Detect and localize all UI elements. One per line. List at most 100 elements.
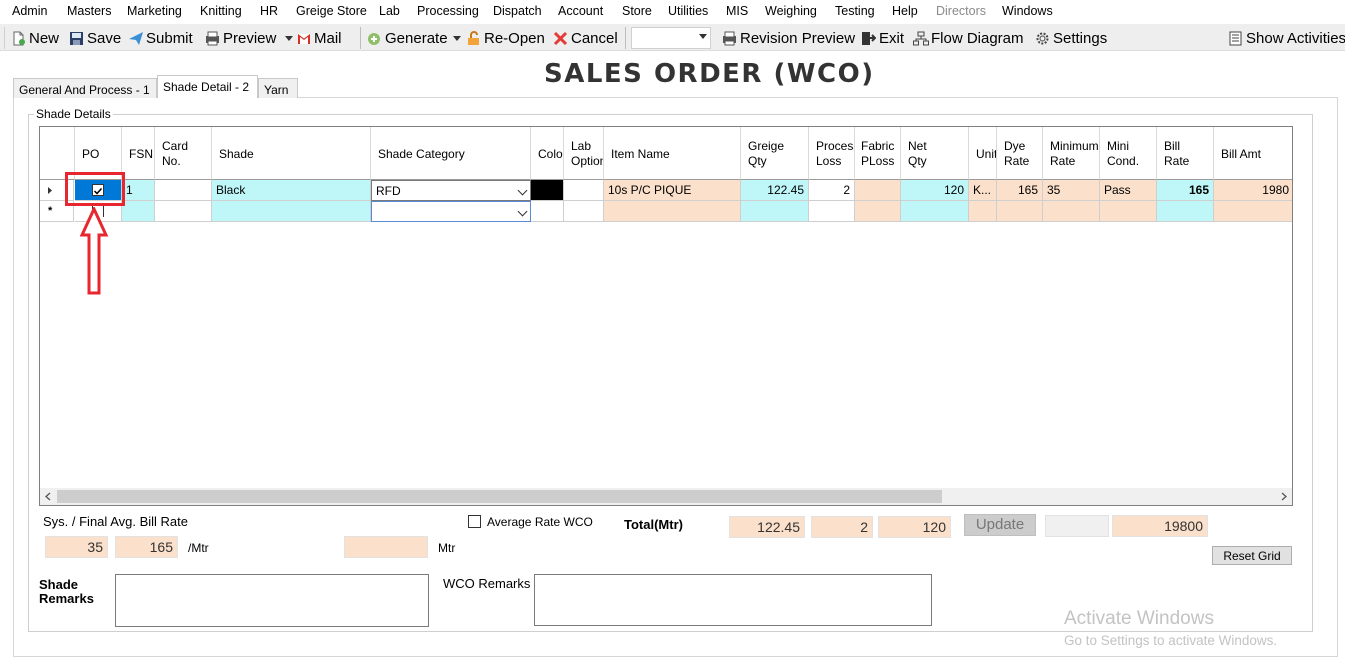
column-header-minimum-rate[interactable]: Minimum Rate — [1043, 127, 1100, 180]
average-rate-wco-checkbox[interactable] — [468, 515, 481, 528]
column-header-bill-rate[interactable]: Bill Rate — [1157, 127, 1214, 180]
column-header-greige-qty[interactable]: Greige Qty — [741, 127, 809, 180]
menu-knitting[interactable]: Knitting — [200, 4, 242, 18]
bill-rate-cell[interactable]: 165 — [1157, 180, 1214, 201]
scroll-left-icon[interactable] — [40, 488, 57, 505]
menu-hr[interactable]: HR — [260, 4, 278, 18]
total-process-loss-field[interactable]: 2 — [811, 516, 873, 538]
column-header-bill-amt[interactable]: Bill Amt — [1214, 127, 1292, 180]
menu-lab[interactable]: Lab — [379, 4, 400, 18]
menu-testing[interactable]: Testing — [835, 4, 875, 18]
minimum-rate-cell-new[interactable] — [1043, 201, 1100, 222]
toolbar-combo-select[interactable] — [631, 27, 711, 49]
unit-cell[interactable]: K... — [969, 180, 997, 201]
tab-yarn[interactable]: Yarn — [258, 78, 298, 98]
net-qty-cell[interactable]: 120 — [901, 180, 969, 201]
menu-greige-store[interactable]: Greige Store — [296, 4, 367, 18]
shade-cell[interactable]: Black — [212, 180, 371, 201]
shade-category-select[interactable]: RFD — [371, 180, 531, 201]
greige-qty-cell[interactable]: 122.45 — [741, 180, 809, 201]
menu-marketing[interactable]: Marketing — [127, 4, 182, 18]
column-header-shade-category[interactable]: Shade Category — [371, 127, 531, 180]
column-header-unit[interactable]: Unit — [969, 127, 997, 180]
wco-remarks-textarea[interactable] — [534, 574, 932, 626]
process-loss-cell-new[interactable] — [809, 201, 855, 222]
mini-cond-cell-new[interactable] — [1100, 201, 1157, 222]
greige-qty-cell-new[interactable] — [741, 201, 809, 222]
card-no-cell[interactable] — [155, 180, 212, 201]
shade-remarks-textarea[interactable] — [115, 574, 429, 627]
lab-option-cell[interactable] — [564, 180, 604, 201]
color-swatch-cell[interactable] — [531, 180, 564, 201]
column-header-process-loss[interactable]: Process Loss — [809, 127, 855, 180]
column-header-lab-option[interactable]: Lab Option — [564, 127, 604, 180]
shade-cell-new[interactable] — [212, 201, 371, 222]
bill-rate-cell-new[interactable] — [1157, 201, 1214, 222]
card-no-cell-new[interactable] — [155, 201, 212, 222]
generate-button[interactable]: Generate — [367, 28, 465, 48]
lab-option-cell-new[interactable] — [564, 201, 604, 222]
revision-preview-button[interactable]: Revision Preview — [722, 28, 855, 48]
tab-shade-detail[interactable]: Shade Detail - 2 — [157, 75, 258, 98]
fsn-cell[interactable]: 1 — [122, 180, 155, 201]
minimum-rate-cell[interactable]: 35 — [1043, 180, 1100, 201]
dye-rate-cell[interactable]: 165 — [997, 180, 1043, 201]
column-header-fsn[interactable]: FSN — [122, 127, 155, 180]
submit-button[interactable]: Submit — [128, 28, 193, 48]
horizontal-scrollbar[interactable] — [40, 488, 1292, 505]
item-name-cell[interactable]: 10s P/C PIQUE — [604, 180, 741, 201]
bill-amt-cell-new[interactable] — [1214, 201, 1292, 222]
show-activities-button[interactable]: Show Activities — [1228, 28, 1345, 48]
preview-button[interactable]: Preview — [205, 28, 276, 48]
total-blank-field[interactable] — [1045, 515, 1109, 537]
column-header-color[interactable]: Color — [531, 127, 564, 180]
fsn-cell-new[interactable] — [122, 201, 155, 222]
dye-rate-cell-new[interactable] — [997, 201, 1043, 222]
mini-cond-cell[interactable]: Pass — [1100, 180, 1157, 201]
flow-diagram-button[interactable]: Flow Diagram — [913, 28, 1024, 48]
menu-admin[interactable]: Admin — [12, 4, 47, 18]
fabric-ploss-cell[interactable] — [855, 180, 901, 201]
shade-grid[interactable]: PO FSN Card No. Shade Shade Category Col… — [39, 126, 1293, 506]
column-header-card-no[interactable]: Card No. — [155, 127, 212, 180]
exit-button[interactable]: Exit — [861, 28, 904, 48]
scrollbar-thumb[interactable] — [57, 490, 942, 503]
column-header-net-qty[interactable]: Net Qty — [901, 127, 969, 180]
item-name-cell-new[interactable] — [604, 201, 741, 222]
scroll-right-icon[interactable] — [1275, 488, 1292, 505]
menu-masters[interactable]: Masters — [67, 4, 111, 18]
menu-mis[interactable]: MIS — [726, 4, 748, 18]
net-qty-cell-new[interactable] — [901, 201, 969, 222]
color-cell-new[interactable] — [531, 201, 564, 222]
column-header-fabric-ploss[interactable]: Fabric PLoss — [855, 127, 901, 180]
bill-amt-cell[interactable]: 1980 — [1214, 180, 1292, 201]
menu-help[interactable]: Help — [892, 4, 918, 18]
total-amount-field[interactable]: 19800 — [1112, 515, 1208, 537]
reset-grid-button[interactable]: Reset Grid — [1212, 546, 1292, 565]
tab-general-and-process[interactable]: General And Process - 1 — [13, 78, 157, 98]
fabric-ploss-cell-new[interactable] — [855, 201, 901, 222]
final-avg-rate-field[interactable]: 165 — [115, 536, 178, 558]
settings-button[interactable]: Settings — [1035, 28, 1107, 48]
update-button[interactable]: Update — [964, 514, 1036, 536]
menu-processing[interactable]: Processing — [417, 4, 479, 18]
menu-store[interactable]: Store — [622, 4, 652, 18]
save-button[interactable]: Save — [69, 28, 121, 48]
column-header-shade[interactable]: Shade — [212, 127, 371, 180]
column-header-item-name[interactable]: Item Name — [604, 127, 741, 180]
menu-windows[interactable]: Windows — [1002, 4, 1053, 18]
column-header-mini-cond[interactable]: Mini Cond. — [1100, 127, 1157, 180]
unit-cell-new[interactable] — [969, 201, 997, 222]
menu-dispatch[interactable]: Dispatch — [493, 4, 542, 18]
menu-account[interactable]: Account — [558, 4, 603, 18]
cancel-button[interactable]: Cancel — [553, 28, 618, 48]
mtr-field[interactable] — [344, 536, 428, 558]
process-loss-cell[interactable]: 2 — [809, 180, 855, 201]
total-net-qty-field[interactable]: 120 — [878, 516, 951, 538]
shade-category-select-new[interactable] — [371, 201, 531, 222]
column-header-dye-rate[interactable]: Dye Rate — [997, 127, 1043, 180]
menu-weighing[interactable]: Weighing — [765, 4, 817, 18]
new-button[interactable]: New — [11, 28, 59, 48]
generate-dropdown-icon[interactable] — [452, 35, 461, 41]
menu-utilities[interactable]: Utilities — [668, 4, 708, 18]
